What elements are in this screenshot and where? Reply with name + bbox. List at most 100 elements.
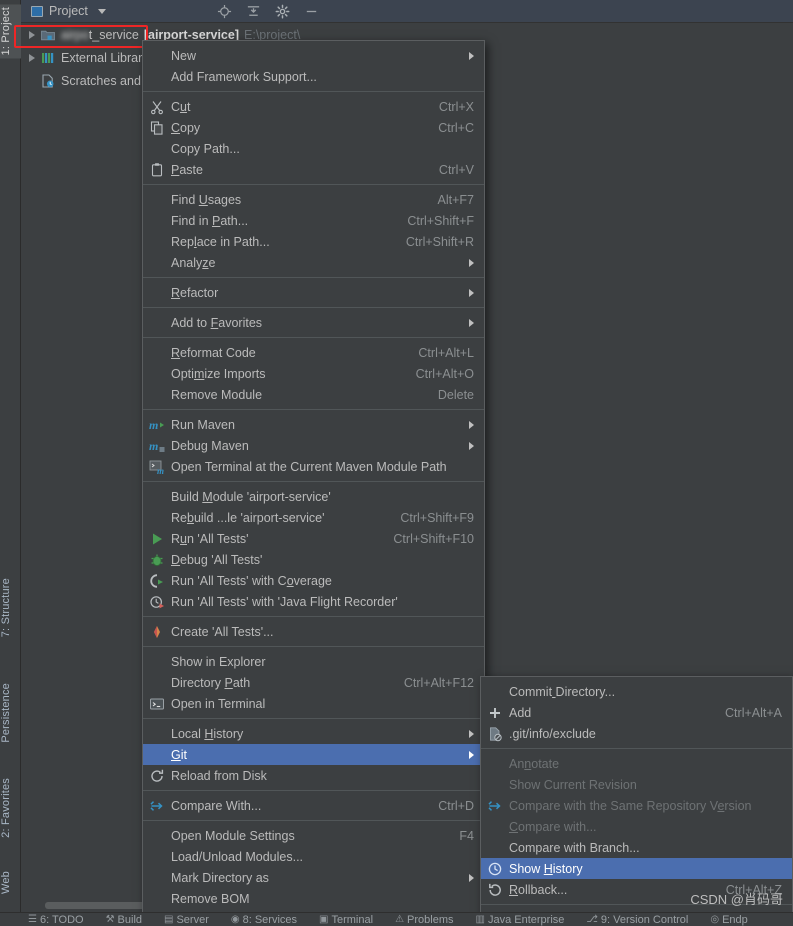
menu-item-build-module-airport-service[interactable]: Build Module 'airport-service' — [143, 486, 484, 507]
sidebar-tab-structure-label: 7: Structure — [0, 578, 12, 638]
sidebar-tab-favorites[interactable]: 2: Favorites — [0, 775, 21, 841]
menu-item-cut[interactable]: Cut Ctrl+X — [143, 96, 484, 117]
ide-window: 1: Project 7: Structure Persistence 2: F… — [0, 0, 793, 926]
bottom-tab-label: 8: Services — [242, 913, 298, 926]
bottom-tab-label: 9: Version Control — [600, 913, 689, 926]
menu-item-reload-from-disk[interactable]: Reload from Disk — [143, 765, 484, 786]
menu-item-new[interactable]: New — [143, 45, 484, 66]
menu-item-label: Run 'All Tests' with 'Java Flight Record… — [171, 594, 398, 609]
submenu-arrow-icon — [469, 729, 474, 738]
create-config-icon — [154, 625, 160, 638]
services-icon: ◉ — [230, 914, 240, 925]
menu-item-open-module-settings[interactable]: Open Module Settings F4 — [143, 825, 484, 846]
menu-item-directory-path[interactable]: Directory Path Ctrl+Alt+F12 — [143, 672, 484, 693]
project-window-title-group[interactable]: Project — [31, 4, 106, 18]
menu-item-label: Run 'All Tests' with Coverage — [171, 573, 332, 588]
debug-icon — [151, 554, 163, 566]
menu-separator — [143, 184, 484, 185]
git-item-compare-with: Compare with... — [481, 816, 792, 837]
menu-item-replace-in-path[interactable]: Replace in Path... Ctrl+Shift+R — [143, 231, 484, 252]
menu-item-mark-directory-as[interactable]: Mark Directory as — [143, 867, 484, 888]
menu-item-label: Find Usages — [171, 192, 242, 207]
git-item-add[interactable]: Add Ctrl+Alt+A — [481, 702, 792, 723]
gear-icon[interactable] — [275, 4, 290, 19]
menu-item-label: Annotate — [509, 756, 560, 771]
project-context-menu: New Add Framework Support... Cut Ctrl+X Co… — [142, 40, 485, 926]
menu-item-label: Local History — [171, 726, 244, 741]
bottom-tab-6-todo[interactable]: ☰ 6: TODO — [28, 914, 84, 926]
git-item-compare-with-branch[interactable]: Compare with Branch... — [481, 837, 792, 858]
menu-item-shortcut: F4 — [459, 828, 474, 843]
menu-item-copy[interactable]: Copy Ctrl+C — [143, 117, 484, 138]
menu-item-paste[interactable]: Paste Ctrl+V — [143, 159, 484, 180]
server-icon: ▤ — [164, 914, 174, 925]
menu-item-analyze[interactable]: Analyze — [143, 252, 484, 273]
hide-icon[interactable] — [304, 4, 319, 19]
git-item-git-info-exclude[interactable]: .git/info/exclude — [481, 723, 792, 744]
menu-item-label: Git — [171, 747, 187, 762]
menu-item-label: Show History — [509, 861, 583, 876]
sidebar-tab-web[interactable]: Web — [0, 868, 21, 897]
tree-root-name-blurred: airpo — [61, 27, 89, 42]
menu-item-label: Compare With... — [171, 798, 262, 813]
menu-item-local-history[interactable]: Local History — [143, 723, 484, 744]
menu-item-shortcut: Ctrl+C — [438, 120, 474, 135]
menu-item-open-in-terminal[interactable]: Open in Terminal — [143, 693, 484, 714]
bottom-tab-endp[interactable]: ◎ Endp — [710, 914, 747, 926]
menu-item-run-maven[interactable]: m Run Maven — [143, 414, 484, 435]
bottom-tab-terminal[interactable]: ▣ Terminal — [319, 914, 373, 926]
menu-item-add-to-favorites[interactable]: Add to Favorites — [143, 312, 484, 333]
git-item-rollback[interactable]: Rollback... Ctrl+Alt+Z — [481, 879, 792, 900]
bottom-tab-label: Endp — [722, 913, 748, 926]
menu-item-git[interactable]: Git — [143, 744, 484, 765]
bottom-tab-9-version-control[interactable]: ⎇ 9: Version Control — [586, 914, 688, 926]
menu-item-label: Compare with the Same Repository Version — [509, 798, 752, 813]
locate-icon[interactable] — [217, 4, 232, 19]
menu-item-copy-path[interactable]: Copy Path... — [143, 138, 484, 159]
git-item-show-history[interactable]: Show History — [481, 858, 792, 879]
bottom-tab-server[interactable]: ▤ Server — [164, 914, 209, 926]
menu-item-label: Copy — [171, 120, 201, 135]
menu-item-reformat-code[interactable]: Reformat Code Ctrl+Alt+L — [143, 342, 484, 363]
sidebar-tab-structure[interactable]: 7: Structure — [0, 575, 21, 640]
menu-item-rebuild-le-airport-service[interactable]: Rebuild ...le 'airport-service' Ctrl+Shif… — [143, 507, 484, 528]
gitignore-icon — [490, 726, 502, 741]
paste-icon — [151, 162, 163, 176]
menu-item-remove-module[interactable]: Remove Module Delete — [143, 384, 484, 405]
bottom-tab-problems[interactable]: ⚠ Problems — [395, 914, 453, 926]
menu-item-remove-bom[interactable]: Remove BOM — [143, 888, 484, 909]
menu-item-refactor[interactable]: Refactor — [143, 282, 484, 303]
menu-item-label: Rollback... — [509, 882, 568, 897]
menu-item-debug-all-tests[interactable]: Debug 'All Tests' — [143, 549, 484, 570]
tree-root-name-redacted: airpot_service — [61, 28, 139, 42]
menu-item-run-all-tests[interactable]: Run 'All Tests' Ctrl+Shift+F10 — [143, 528, 484, 549]
menu-item-open-terminal-at-the-current-maven-module-[interactable]: m Open Terminal at the Current Maven Modu… — [143, 456, 484, 477]
menu-item-compare-with[interactable]: Compare With... Ctrl+D — [143, 795, 484, 816]
compare-icon — [488, 800, 501, 811]
menu-item-show-in-explorer[interactable]: Show in Explorer — [143, 651, 484, 672]
rollback-icon — [489, 883, 501, 896]
menu-item-optimize-imports[interactable]: Optimize Imports Ctrl+Alt+O — [143, 363, 484, 384]
git-item-commit-directory[interactable]: Commit Directory... — [481, 681, 792, 702]
menu-item-add-framework-support[interactable]: Add Framework Support... — [143, 66, 484, 87]
chevron-down-icon[interactable] — [97, 8, 106, 14]
collapse-all-icon[interactable] — [246, 4, 261, 19]
sidebar-tab-project-label: 1: Project — [0, 7, 12, 56]
expand-arrow-icon[interactable] — [29, 53, 35, 62]
menu-item-create-all-tests[interactable]: Create 'All Tests'... — [143, 621, 484, 642]
sidebar-tab-web-label: Web — [0, 871, 12, 895]
bottom-tab-8-services[interactable]: ◉ 8: Services — [231, 914, 297, 926]
expand-arrow-icon[interactable] — [29, 30, 35, 39]
menu-item-run-all-tests-with-java-flight-recorder[interactable]: Run 'All Tests' with 'Java Flight Record… — [143, 591, 484, 612]
bottom-tab-label: Server — [176, 913, 209, 926]
menu-item-run-all-tests-with-coverage[interactable]: Run 'All Tests' with Coverage — [143, 570, 484, 591]
bottom-tab-label: Java Enterprise — [487, 913, 565, 926]
bottom-tab-java-enterprise[interactable]: ▥ Java Enterprise — [476, 914, 565, 926]
menu-item-find-in-path[interactable]: Find in Path... Ctrl+Shift+F — [143, 210, 484, 231]
menu-item-find-usages[interactable]: Find Usages Alt+F7 — [143, 189, 484, 210]
menu-item-debug-maven[interactable]: m Debug Maven — [143, 435, 484, 456]
menu-item-load-unload-modules[interactable]: Load/Unload Modules... — [143, 846, 484, 867]
bottom-tab-build[interactable]: ⚒ Build — [106, 914, 142, 926]
sidebar-tab-project[interactable]: 1: Project — [0, 4, 21, 59]
sidebar-tab-persistence[interactable]: Persistence — [0, 680, 21, 746]
